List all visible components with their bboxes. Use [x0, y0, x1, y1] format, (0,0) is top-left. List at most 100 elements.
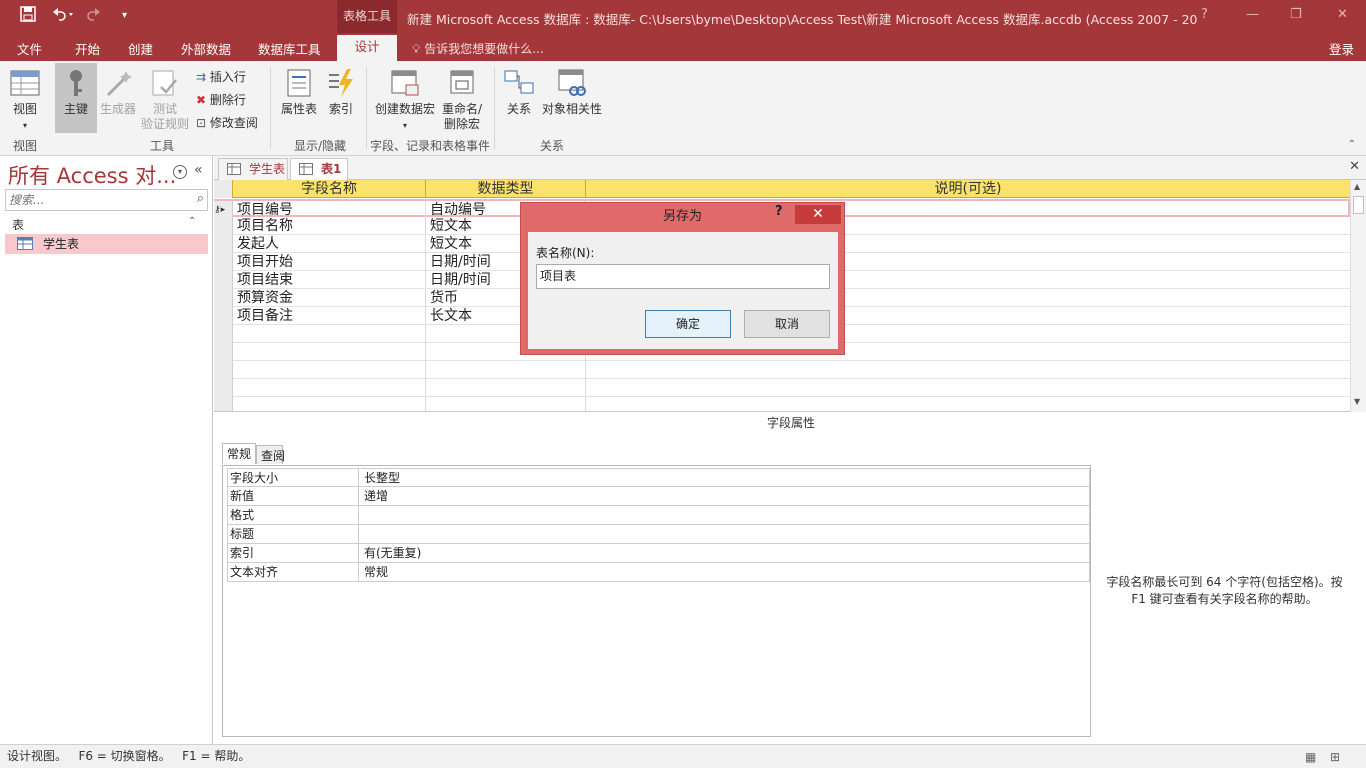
field-name-cell[interactable]	[233, 325, 426, 343]
data-type-cell[interactable]	[426, 397, 586, 411]
customize-qat-icon[interactable]: ▾	[122, 10, 127, 21]
scroll-thumb[interactable]	[1353, 196, 1364, 214]
row-selector[interactable]	[214, 397, 233, 411]
nav-group-tables[interactable]: 表	[12, 216, 24, 233]
field-name-cell[interactable]: 项目开始	[233, 253, 426, 271]
rename-delete-macro-button[interactable]: 重命名/删除宏	[439, 67, 485, 132]
property-value[interactable]: 递增	[363, 487, 388, 505]
close-button[interactable]: ✕	[1337, 7, 1348, 22]
insert-row-button[interactable]: ⇉ 插入行	[196, 68, 246, 85]
row-selector[interactable]	[214, 289, 233, 307]
view-button[interactable]: 视图 ▾	[8, 67, 42, 133]
tab-database-tools[interactable]: 数据库工具	[258, 39, 321, 58]
property-value[interactable]: 有(无重复)	[363, 544, 421, 562]
property-value[interactable]: 长整型	[363, 469, 400, 487]
doc-tab-table1[interactable]: 表1	[290, 158, 348, 180]
tab-general[interactable]: 常规	[222, 443, 256, 464]
row-selector[interactable]	[214, 271, 233, 289]
nav-menu-icon[interactable]: ▾	[173, 165, 187, 179]
cancel-button[interactable]: 取消	[744, 310, 830, 338]
test-validation-rules-button[interactable]: 测试 验证规则	[140, 67, 190, 132]
property-sheet-button[interactable]: 属性表	[278, 67, 320, 117]
redo-icon[interactable]	[85, 6, 109, 26]
nav-search-input[interactable]	[6, 190, 186, 210]
row-selector[interactable]	[214, 307, 233, 325]
group-collapse-icon[interactable]: ⌃	[188, 216, 196, 227]
dialog-help-button[interactable]: ?	[775, 204, 783, 219]
grid-row[interactable]	[214, 361, 1350, 379]
table-name-input[interactable]: 项目表	[536, 264, 830, 289]
field-name-cell[interactable]: 项目备注	[233, 307, 426, 325]
dialog-close-button[interactable]: ✕	[795, 205, 841, 224]
primary-key-button[interactable]: 主键	[55, 63, 97, 133]
description-cell[interactable]	[586, 361, 1350, 379]
undo-icon[interactable]	[50, 6, 74, 26]
object-dependencies-button[interactable]: 对象相关性	[540, 67, 604, 117]
row-selector[interactable]	[214, 253, 233, 271]
test-rules-label-1: 测试	[152, 102, 177, 116]
row-selector[interactable]	[214, 235, 233, 253]
header-data-type[interactable]: 数据类型	[426, 180, 586, 198]
header-field-name[interactable]: 字段名称	[233, 180, 426, 198]
field-property-row[interactable]: 字段大小 长整型	[227, 468, 1090, 487]
field-name-cell[interactable]	[233, 379, 426, 397]
data-type-cell[interactable]	[426, 361, 586, 379]
indexes-button[interactable]: 索引	[324, 67, 358, 117]
field-property-row[interactable]: 文本对齐 常规	[227, 563, 1090, 582]
row-selector[interactable]	[214, 343, 233, 361]
tell-me-box[interactable]: 💡︎ 告诉我您想要做什么...	[412, 40, 544, 57]
builder-button[interactable]: 生成器	[98, 67, 138, 117]
header-description[interactable]: 说明(可选)	[586, 180, 1350, 198]
field-property-row[interactable]: 格式	[227, 506, 1090, 525]
search-icon[interactable]: ⌕	[197, 191, 204, 206]
grid-row[interactable]	[214, 379, 1350, 397]
doc-tab-student-table[interactable]: 学生表	[218, 158, 288, 180]
ok-button[interactable]: 确定	[645, 310, 731, 338]
create-data-macro-button[interactable]: 创建数据宏 ▾	[373, 67, 437, 133]
tab-lookup[interactable]: 查阅	[256, 445, 285, 464]
datasheet-view-icon[interactable]: ▦	[1305, 746, 1316, 768]
modify-lookups-button[interactable]: ⊡ 修改查阅	[196, 114, 258, 131]
shutter-bar-close-icon[interactable]: «	[194, 162, 203, 178]
tab-create[interactable]: 创建	[128, 39, 153, 58]
row-selector[interactable]	[214, 361, 233, 379]
nav-pane-title[interactable]: 所有 Access 对...	[8, 160, 176, 190]
field-name-cell[interactable]	[233, 343, 426, 361]
grid-corner[interactable]	[214, 180, 233, 198]
field-property-row[interactable]: 新值 递增	[227, 487, 1090, 506]
data-type-cell[interactable]	[426, 379, 586, 397]
design-view-icon[interactable]: ⊞	[1330, 746, 1340, 768]
field-name-cell[interactable]	[233, 361, 426, 379]
row-selector[interactable]	[214, 217, 233, 235]
close-document-icon[interactable]: ✕	[1349, 159, 1360, 174]
tab-home[interactable]: 开始	[75, 39, 100, 58]
sign-in-link[interactable]: 登录	[1329, 39, 1354, 58]
scroll-up-icon[interactable]: ▲	[1354, 182, 1360, 191]
save-icon[interactable]	[20, 6, 36, 26]
field-property-row[interactable]: 索引 有(无重复)	[227, 544, 1090, 563]
field-name-cell[interactable]: 项目结束	[233, 271, 426, 289]
collapse-ribbon-icon[interactable]: ⌃	[1348, 139, 1356, 150]
row-selector[interactable]	[214, 325, 233, 343]
tab-design[interactable]: 设计	[337, 35, 397, 61]
minimize-button[interactable]: —	[1246, 7, 1259, 22]
delete-row-button[interactable]: ✖ 删除行	[196, 91, 246, 108]
nav-item-student-table[interactable]: 学生表	[5, 234, 208, 254]
help-button[interactable]: ?	[1201, 7, 1208, 22]
restore-button[interactable]: ❐	[1290, 7, 1302, 22]
relationships-button[interactable]: 关系	[502, 67, 536, 117]
row-selector[interactable]	[214, 379, 233, 397]
tab-file[interactable]: 文件	[17, 39, 42, 58]
grid-vertical-scrollbar[interactable]: ▲ ▼	[1350, 180, 1366, 412]
field-property-row[interactable]: 标题	[227, 525, 1090, 544]
description-cell[interactable]	[586, 397, 1350, 411]
description-cell[interactable]	[586, 379, 1350, 397]
scroll-down-icon[interactable]: ▼	[1354, 397, 1360, 406]
grid-row[interactable]	[214, 397, 1350, 411]
tab-external-data[interactable]: 外部数据	[181, 39, 231, 58]
field-name-cell[interactable]: 项目名称	[233, 217, 426, 235]
field-name-cell[interactable]: 预算资金	[233, 289, 426, 307]
property-value[interactable]: 常规	[363, 563, 388, 581]
field-name-cell[interactable]: 发起人	[233, 235, 426, 253]
field-name-cell[interactable]	[233, 397, 426, 411]
